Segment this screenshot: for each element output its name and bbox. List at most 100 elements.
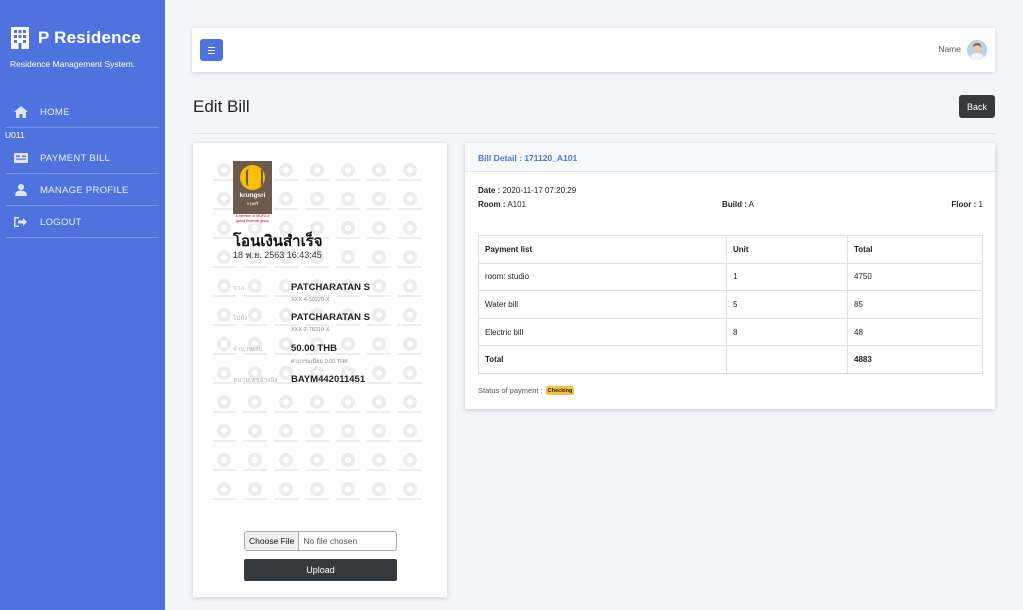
watermark-line [336,469,360,471]
column-header: Total [847,235,983,264]
watermark-line [274,469,298,471]
watermark-line [305,440,329,442]
bill-room-label: Room : [478,200,506,209]
watermark-icon [248,482,262,496]
watermark-line [243,498,267,500]
table-row: Water bill 5 85 [478,290,983,319]
watermark-icon [341,163,355,177]
column-header: Payment list [478,235,727,264]
sidebar-item-home[interactable]: HOME [0,97,160,127]
watermark-icon [403,308,417,322]
watermark-line [367,237,391,239]
card-header: Bill Detail : 171120_A101 [465,143,995,172]
bill-floor-value: 1 [978,200,983,209]
back-button[interactable]: Back [959,95,995,118]
sidebar-item-logout[interactable]: LOGOUT [0,207,160,237]
bill-date: Date : 2020-11-17 07:20:29 [478,186,576,195]
slip-row-label: หมายเลขอ้างอิง [233,376,278,384]
watermark-line [367,208,391,210]
watermark-line [398,498,422,500]
watermark-icon [403,279,417,293]
watermark-line [398,237,422,239]
watermark-line [274,208,298,210]
bill-build-value: A [748,200,755,209]
watermark-line [398,411,422,413]
watermark-line [367,382,391,384]
bill-card-icon [14,153,28,163]
watermark-icon [217,221,231,235]
upload-button[interactable]: Upload [244,559,397,581]
watermark-line [213,411,236,413]
watermark-line [336,179,360,181]
watermark-icon [217,337,231,351]
user-code: U011 [5,130,25,140]
home-icon [14,106,28,118]
brand[interactable]: P Residence [10,26,141,50]
choose-file-button[interactable]: Choose File [245,532,300,550]
bill-build-label: Build : [722,200,747,209]
watermark-icon [341,453,355,467]
watermark-line [213,324,236,326]
watermark-line [274,440,298,442]
brand-subtitle: Residence Management System. [10,59,136,69]
watermark-icon [403,482,417,496]
watermark-line [274,411,298,413]
sidebar-item-manage-profile[interactable]: MANAGE PROFILE [0,175,160,205]
avatar[interactable] [967,40,987,60]
watermark-line [305,324,329,326]
watermark-icon [403,163,417,177]
watermark-line [243,295,267,297]
topbar: Name [192,28,995,72]
slip-row-value: PATCHARATAN S [291,312,370,323]
bill-date-value: 2020-11-17 07:20:29 [502,186,577,195]
watermark-icon [248,453,262,467]
watermark-line [305,179,329,181]
watermark-icon [279,192,293,206]
watermark-icon [403,453,417,467]
sidebar-item-payment-bill[interactable]: PAYMENT BILL [0,143,160,173]
watermark-line [367,179,391,181]
watermark-line [367,498,391,500]
watermark-line [367,411,391,413]
divider [6,173,159,174]
table-cell: 8 [726,317,848,347]
watermark-icon [217,279,231,293]
watermark-line [336,353,360,355]
slip-row-label: จาก [233,284,245,292]
table-cell: Water bill [478,290,727,319]
slip-row-label: จำนวนเงิน [233,345,263,353]
bank-name: krungsri [239,192,266,199]
watermark-icon [341,192,355,206]
watermark-line [367,266,391,268]
divider [193,133,995,134]
watermark-icon [372,337,386,351]
watermark-line [213,266,236,268]
total-label: Total [478,345,727,374]
user-name[interactable]: Name [938,44,961,54]
bill-floor: Floor : 1 [951,200,983,209]
watermark-line [243,324,267,326]
watermark-icon [341,395,355,409]
file-input[interactable]: Choose File No file chosen [244,531,397,551]
sidebar-item-label: PAYMENT BILL [40,152,111,164]
table-cell: 1 [726,262,848,292]
bill-floor-label: Floor : [951,200,977,209]
watermark-line [336,266,360,268]
sidebar-item-label: LOGOUT [40,216,82,228]
watermark-line [305,266,329,268]
watermark-icon [403,395,417,409]
bill-room-value: A101 [507,200,527,209]
user-icon [15,184,27,196]
watermark-line [367,469,391,471]
sidebar: P Residence Residence Management System.… [0,0,165,610]
slip-row-label: ไปยัง [233,314,248,322]
watermark-icon [217,482,231,496]
watermark-icon [372,482,386,496]
watermark-line [243,440,267,442]
bank-logo: krungsri กรุงศรี A member of MUFG a glob… [233,161,272,224]
menu-toggle-button[interactable] [200,39,223,61]
watermark-icon [372,424,386,438]
watermark-line [367,324,391,326]
watermark-line [367,353,391,355]
table-cell: room: studio [478,262,727,292]
